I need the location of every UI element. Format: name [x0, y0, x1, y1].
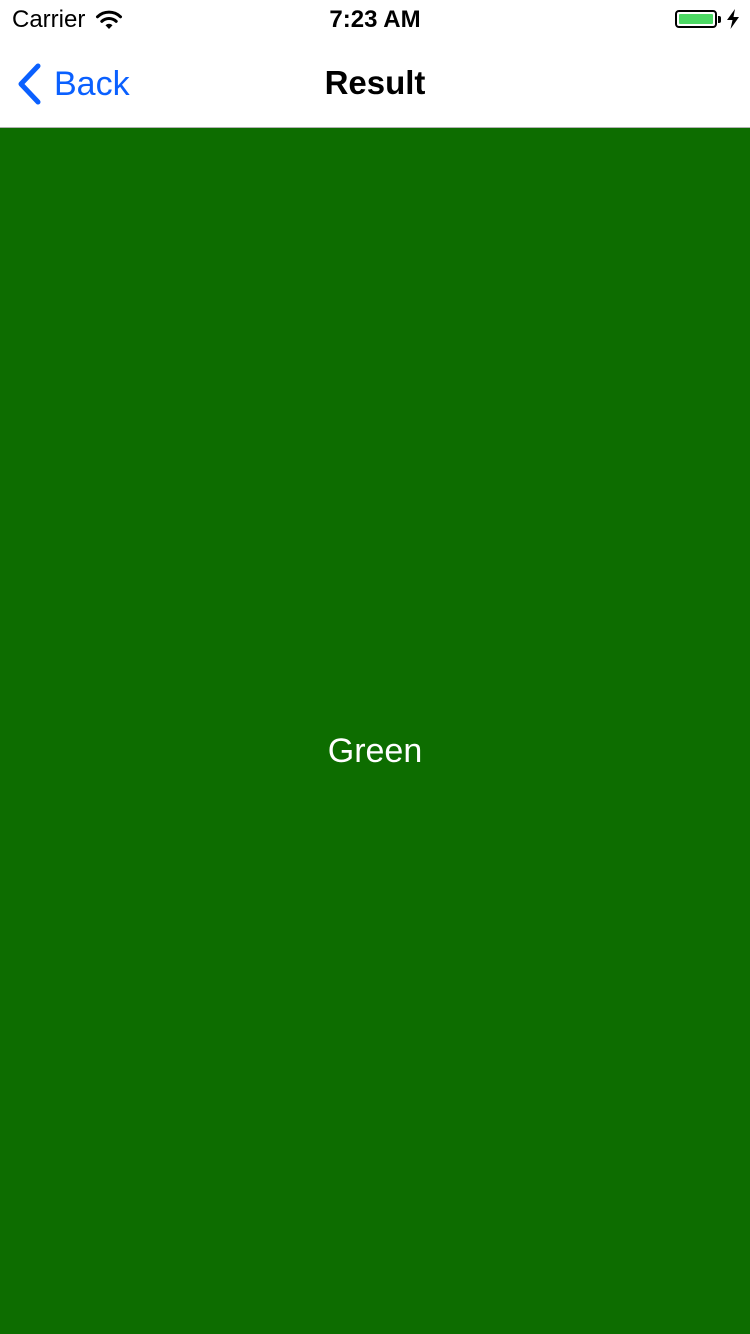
battery-fill: [679, 14, 713, 24]
charging-bolt-icon: [727, 9, 739, 29]
battery-tip: [718, 15, 721, 23]
result-content: Green: [0, 128, 750, 1334]
status-bar: Carrier 7:23 AM: [0, 0, 750, 40]
battery-indicator: [675, 9, 740, 29]
result-color-label: Green: [327, 731, 423, 770]
battery-icon: [675, 10, 717, 28]
page-title: Result: [324, 64, 426, 101]
status-time: 7:23 AM: [329, 6, 421, 33]
screen: Carrier 7:23 AM Back Result Green: [0, 0, 750, 1334]
navigation-bar: Back Result: [0, 40, 750, 128]
